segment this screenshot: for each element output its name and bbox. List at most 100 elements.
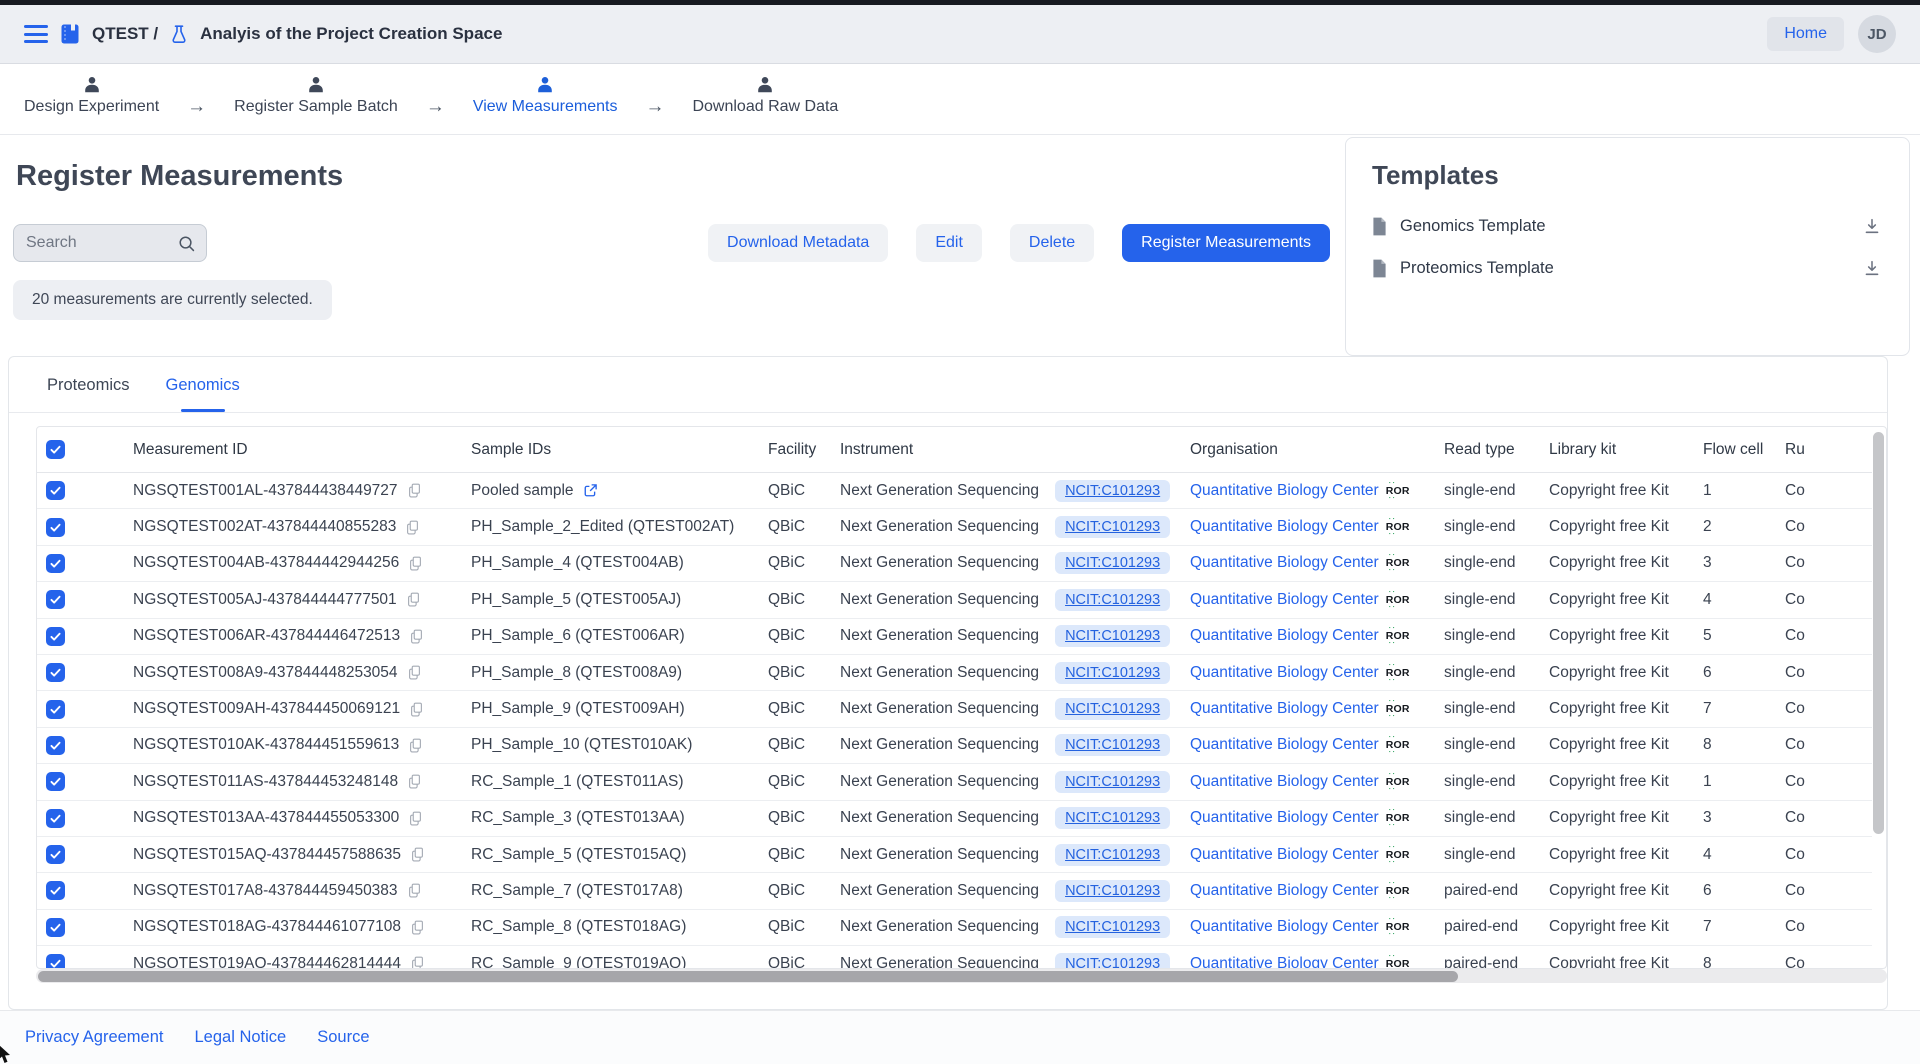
mouse-cursor [0,1044,13,1064]
ontology-term-link[interactable]: NCIT:C101293 [1055,734,1170,756]
step-download-raw-data[interactable]: Download Raw Data [692,64,838,134]
ontology-term-link[interactable]: NCIT:C101293 [1055,662,1170,684]
ontology-term-link[interactable]: NCIT:C101293 [1055,953,1170,968]
instrument: Next Generation Sequencing [840,846,1039,864]
organisation-link[interactable]: Quantitative Biology Center [1190,736,1379,754]
organisation-link[interactable]: Quantitative Biology Center [1190,773,1379,791]
copy-icon[interactable] [405,519,420,536]
footer-link-source[interactable]: Source [317,1028,369,1047]
footer-link-legal-notice[interactable]: Legal Notice [194,1028,286,1047]
run-column-value: Co [1785,554,1805,572]
tab-genomics[interactable]: Genomics [160,357,246,412]
breadcrumb-project-code[interactable]: QTEST / [92,24,158,44]
vertical-scrollbar-thumb[interactable] [1873,432,1884,834]
select-all-checkbox[interactable] [46,440,65,459]
copy-icon[interactable] [409,628,424,645]
row-checkbox[interactable] [46,772,65,791]
copy-icon[interactable] [407,882,422,899]
sample-ids: RC_Sample_5 (QTEST015AQ) [471,846,686,864]
row-checkbox[interactable] [46,663,65,682]
organisation-link[interactable]: Quantitative Biology Center [1190,554,1379,572]
organisation-link[interactable]: Quantitative Biology Center [1190,591,1379,609]
organisation-link[interactable]: Quantitative Biology Center [1190,664,1379,682]
ror-badge-icon: ROR [1386,667,1410,679]
breadcrumb-project-title: Analyis of the Project Creation Space [200,24,502,44]
horizontal-scrollbar-thumb[interactable] [38,971,1458,982]
row-checkbox[interactable] [46,809,65,828]
copy-icon[interactable] [408,810,423,827]
copy-icon[interactable] [408,555,423,572]
ontology-term-link[interactable]: NCIT:C101293 [1055,771,1170,793]
row-checkbox[interactable] [46,481,65,500]
ontology-term-link[interactable]: NCIT:C101293 [1055,698,1170,720]
library-kit: Copyright free Kit [1549,664,1669,682]
row-checkbox[interactable] [46,518,65,537]
row-checkbox[interactable] [46,736,65,755]
delete-button[interactable]: Delete [1010,224,1094,262]
page-footer: Privacy Agreement Legal Notice Source [0,1010,1920,1064]
download-metadata-button[interactable]: Download Metadata [708,224,888,262]
row-checkbox[interactable] [46,845,65,864]
ontology-term-link[interactable]: NCIT:C101293 [1055,480,1170,502]
ontology-term-link[interactable]: NCIT:C101293 [1055,880,1170,902]
organisation-link[interactable]: Quantitative Biology Center [1190,918,1379,936]
flow-cell: 2 [1703,518,1712,536]
ontology-term-link[interactable]: NCIT:C101293 [1055,807,1170,829]
copy-icon[interactable] [410,846,425,863]
tab-proteomics[interactable]: Proteomics [41,357,136,412]
run-column-value: Co [1785,700,1805,718]
organisation-link[interactable]: Quantitative Biology Center [1190,482,1379,500]
step-view-measurements[interactable]: View Measurements [473,64,618,134]
facility: QBiC [768,918,805,936]
organisation-link[interactable]: Quantitative Biology Center [1190,809,1379,827]
row-checkbox[interactable] [46,590,65,609]
sample-ids: PH_Sample_10 (QTEST010AK) [471,736,692,754]
edit-button[interactable]: Edit [916,224,982,262]
copy-icon[interactable] [410,955,425,968]
download-template-icon[interactable] [1861,215,1883,237]
row-checkbox[interactable] [46,954,65,968]
organisation-link[interactable]: Quantitative Biology Center [1190,846,1379,864]
organisation-link[interactable]: Quantitative Biology Center [1190,955,1379,968]
avatar[interactable]: JD [1858,15,1896,53]
row-checkbox[interactable] [46,627,65,646]
flow-cell: 1 [1703,773,1712,791]
ontology-term-link[interactable]: NCIT:C101293 [1055,625,1170,647]
register-measurements-button[interactable]: Register Measurements [1122,224,1330,262]
copy-icon[interactable] [408,737,423,754]
ontology-term-link[interactable]: NCIT:C101293 [1055,589,1170,611]
ontology-term-link[interactable]: NCIT:C101293 [1055,516,1170,538]
step-register-sample-batch[interactable]: Register Sample Batch [234,64,398,134]
row-checkbox[interactable] [46,554,65,573]
menu-icon[interactable] [24,25,48,43]
ontology-term-link[interactable]: NCIT:C101293 [1055,844,1170,866]
row-checkbox[interactable] [46,918,65,937]
copy-icon[interactable] [407,664,422,681]
footer-link-privacy-agreement[interactable]: Privacy Agreement [25,1028,163,1047]
ontology-term-link[interactable]: NCIT:C101293 [1055,552,1170,574]
step-design-experiment[interactable]: Design Experiment [24,64,159,134]
copy-icon[interactable] [406,591,421,608]
row-checkbox[interactable] [46,700,65,719]
organisation-link[interactable]: Quantitative Biology Center [1190,627,1379,645]
measurement-row: NGSQTEST013AA-437844455053300RC_Sample_3… [37,801,1872,837]
copy-icon[interactable] [410,919,425,936]
copy-icon[interactable] [407,482,422,499]
sample-ids: PH_Sample_5 (QTEST005AJ) [471,591,681,609]
measurement-id: NGSQTEST015AQ-437844457588635 [133,846,401,864]
download-template-icon[interactable] [1861,257,1883,279]
measurement-row: NGSQTEST006AR-437844446472513PH_Sample_6… [37,619,1872,655]
search-input[interactable] [26,234,177,252]
home-button[interactable]: Home [1767,17,1844,51]
organisation-link[interactable]: Quantitative Biology Center [1190,518,1379,536]
ontology-term-link[interactable]: NCIT:C101293 [1055,916,1170,938]
search-icon[interactable] [177,234,196,253]
measurement-row: NGSQTEST019AQ-437844462814444RC_Sample_9… [37,946,1872,968]
organisation-link[interactable]: Quantitative Biology Center [1190,700,1379,718]
copy-icon[interactable] [409,701,424,718]
copy-icon[interactable] [407,773,422,790]
external-link-icon[interactable] [583,483,598,498]
read-type: single-end [1444,627,1516,645]
organisation-link[interactable]: Quantitative Biology Center [1190,882,1379,900]
row-checkbox[interactable] [46,881,65,900]
